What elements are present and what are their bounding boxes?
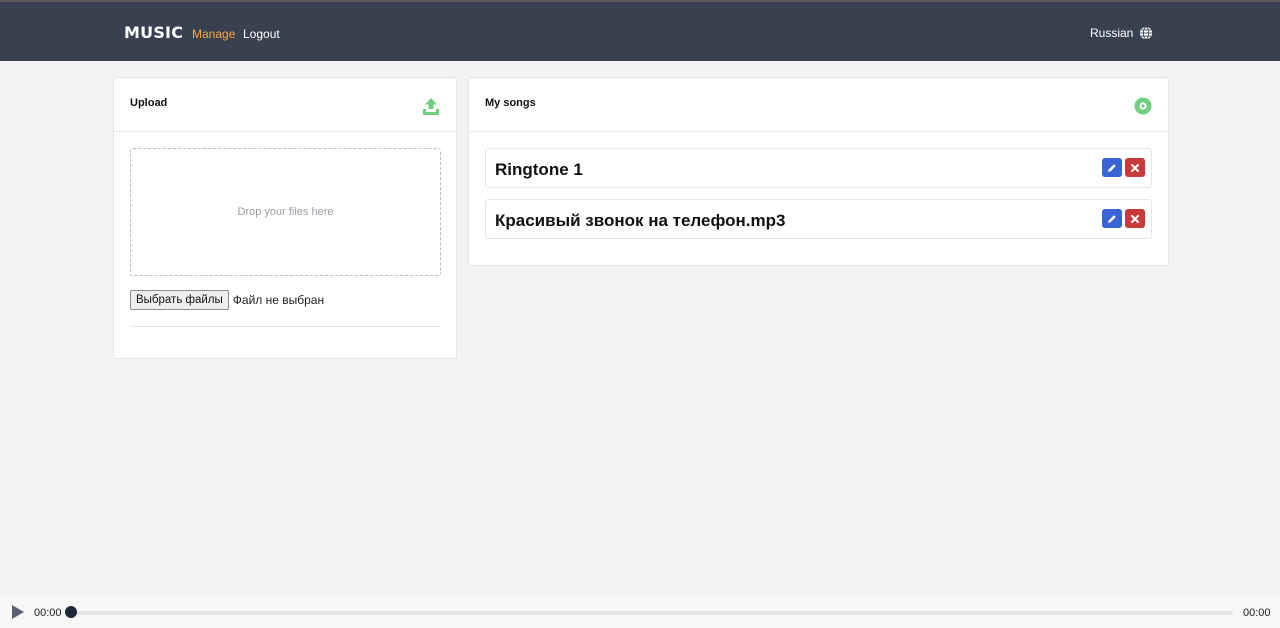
upload-title: Upload xyxy=(130,97,168,109)
edit-song-button[interactable] xyxy=(1102,158,1122,177)
song-title: Красивый звонок на телефон.mp3 xyxy=(495,211,786,230)
pencil-icon xyxy=(1108,163,1116,172)
total-time: 00:00 xyxy=(1243,607,1271,619)
edit-song-button[interactable] xyxy=(1102,209,1122,228)
upload-icon xyxy=(423,98,439,115)
song-title: Ringtone 1 xyxy=(495,160,583,179)
play-icon[interactable] xyxy=(10,604,26,620)
delete-song-button[interactable] xyxy=(1125,158,1145,177)
brand-logo[interactable]: MUSIC xyxy=(124,23,183,42)
songs-card-header: My songs xyxy=(469,78,1168,132)
upload-card-header: Upload xyxy=(114,78,456,132)
audio-player: 00:00 00:00 xyxy=(0,597,1280,628)
file-input: Выбрать файлы Файл не выбран xyxy=(130,290,324,310)
choose-files-button[interactable]: Выбрать файлы xyxy=(130,290,229,310)
nav-logout-link[interactable]: Logout xyxy=(243,27,280,41)
close-icon xyxy=(1131,214,1139,223)
upload-card: Upload Drop your files here Выбрать файл… xyxy=(113,77,457,359)
close-icon xyxy=(1131,163,1139,172)
current-time: 00:00 xyxy=(34,607,62,619)
language-selector[interactable]: Russian xyxy=(1090,26,1153,40)
no-file-label: Файл не выбран xyxy=(232,293,325,307)
song-item[interactable]: Красивый звонок на телефон.mp3 xyxy=(485,199,1152,239)
nav-manage-link[interactable]: Manage xyxy=(192,27,235,41)
progress-track[interactable] xyxy=(70,611,1233,615)
divider xyxy=(130,326,441,327)
song-item[interactable]: Ringtone 1 xyxy=(485,148,1152,188)
navbar: MUSIC Manage Logout Russian xyxy=(0,0,1280,61)
songs-title: My songs xyxy=(485,97,536,109)
pencil-icon xyxy=(1108,214,1116,223)
delete-song-button[interactable] xyxy=(1125,209,1145,228)
language-label: Russian xyxy=(1090,26,1134,40)
dropzone-text: Drop your files here xyxy=(237,206,334,218)
globe-icon xyxy=(1140,26,1153,40)
disc-icon xyxy=(1134,97,1152,115)
file-dropzone[interactable]: Drop your files here xyxy=(130,148,441,276)
songs-card: My songs Ringtone 1 Красивый звонок на т… xyxy=(468,77,1169,266)
progress-thumb[interactable] xyxy=(65,606,77,618)
